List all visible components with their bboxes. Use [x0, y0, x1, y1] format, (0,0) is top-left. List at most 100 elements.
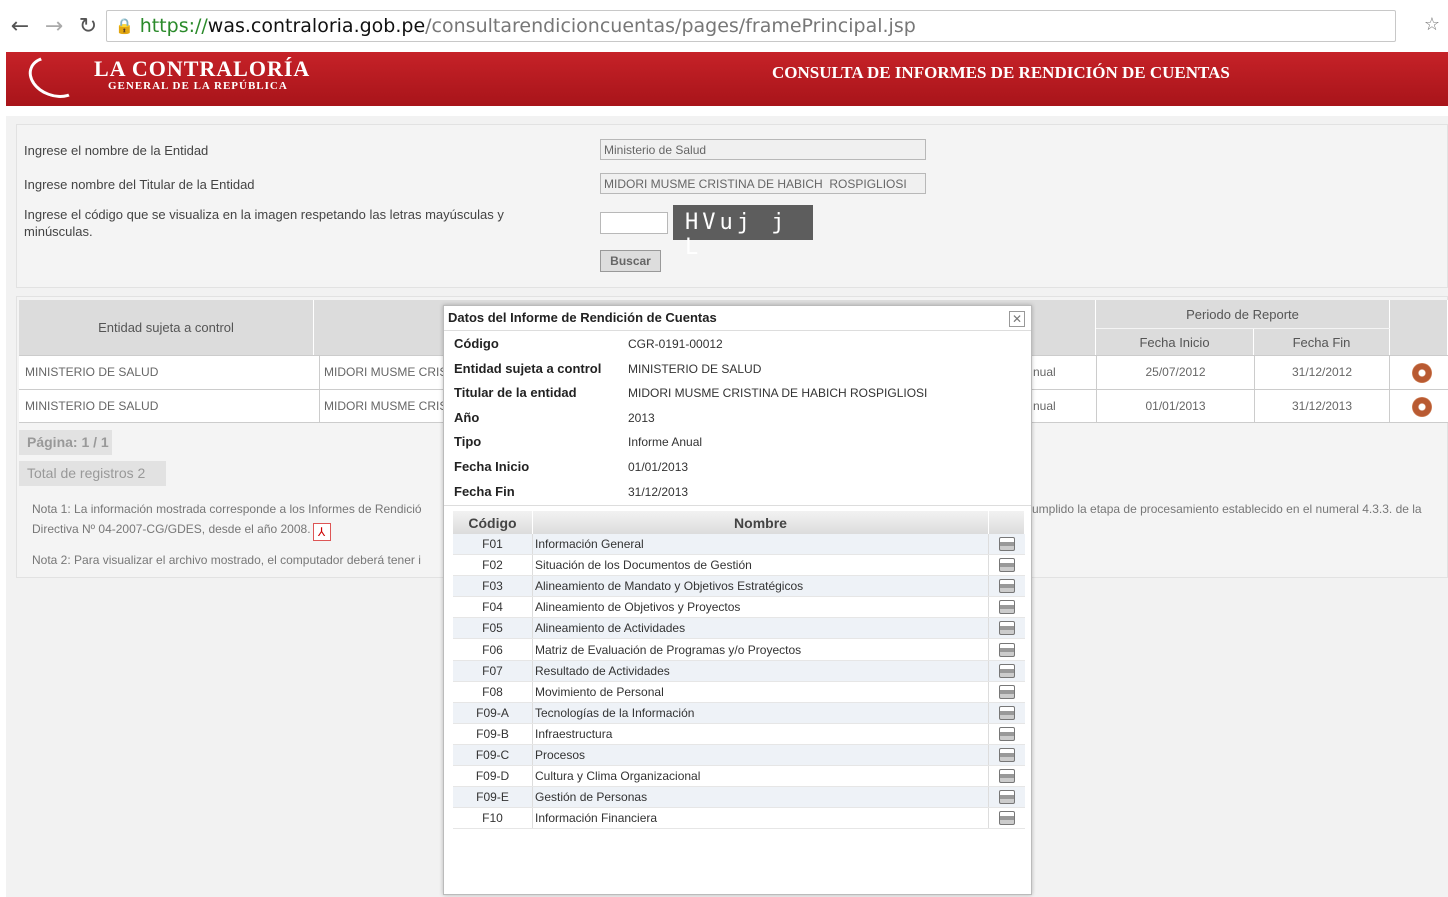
- print-icon[interactable]: [999, 811, 1015, 826]
- formato-row[interactable]: F09-D Cultura y Clima Organizacional: [453, 766, 1025, 788]
- formato-codigo: F09-B: [453, 723, 533, 744]
- entidad-value: MINISTERIO DE SALUD: [628, 362, 762, 376]
- titular-label: Ingrese nombre del Titular de la Entidad: [24, 177, 255, 192]
- col-action-header: [1390, 300, 1448, 355]
- cell-entidad: MINISTERIO DE SALUD: [25, 399, 159, 413]
- formato-row[interactable]: F01 Información General: [453, 534, 1025, 556]
- nota1-text: Nota 1: La información mostrada correspo…: [32, 502, 422, 516]
- formato-codigo: F01: [453, 534, 533, 555]
- formato-row[interactable]: F06 Matriz de Evaluación de Programas y/o…: [453, 639, 1025, 661]
- print-icon-cell[interactable]: [989, 766, 1025, 786]
- cell-titular: MIDORI MUSME CRIST: [319, 390, 455, 423]
- print-icon[interactable]: [999, 537, 1015, 552]
- print-icon-cell[interactable]: [989, 661, 1025, 681]
- entidad-input[interactable]: [600, 139, 926, 160]
- print-icon-cell[interactable]: [989, 787, 1025, 807]
- print-icon[interactable]: [999, 747, 1015, 762]
- formato-nombre: Información General: [533, 534, 989, 555]
- formato-row[interactable]: F03 Alineamiento de Mandato y Objetivos E…: [453, 576, 1025, 598]
- formatos-table: Código Nombre F01 Información General F02 S…: [453, 511, 1025, 830]
- bookmark-star-icon[interactable]: ☆: [1424, 14, 1440, 35]
- back-arrow-icon[interactable]: ←: [6, 14, 34, 39]
- cell-fecha-fin: 31/12/2013: [1254, 390, 1390, 423]
- print-icon[interactable]: [999, 621, 1015, 636]
- print-icon[interactable]: [999, 642, 1015, 657]
- pdf-icon[interactable]: ⅄: [312, 523, 331, 541]
- print-icon-cell[interactable]: [989, 618, 1025, 638]
- formato-row[interactable]: F09-C Procesos: [453, 744, 1025, 767]
- print-icon-cell[interactable]: [989, 808, 1025, 828]
- address-bar[interactable]: 🔒 https://was.contraloria.gob.pe/consult…: [106, 10, 1396, 42]
- formato-nombre: Alineamiento de Actividades: [533, 618, 989, 639]
- anio-label: Año: [454, 410, 480, 425]
- formato-row[interactable]: F04 Alineamiento de Objetivos y Proyectos: [453, 597, 1025, 619]
- close-icon[interactable]: ✕: [1009, 311, 1025, 327]
- formato-nombre: Movimiento de Personal: [533, 681, 989, 702]
- formato-nombre: Alineamiento de Mandato y Objetivos Estr…: [533, 576, 989, 597]
- print-icon[interactable]: [999, 790, 1015, 805]
- formato-row[interactable]: F09-B Infraestructura: [453, 723, 1025, 745]
- formatos-body: F01 Información General F02 Situación de lo…: [453, 534, 1025, 830]
- nota2-text: Nota 2: Para visualizar el archivo mostr…: [32, 553, 421, 567]
- formato-nombre: Cultura y Clima Organizacional: [533, 766, 989, 787]
- buscar-button[interactable]: Buscar: [600, 250, 661, 272]
- total-records-label: Total de registros 2: [19, 461, 166, 486]
- formato-nombre: Procesos: [533, 744, 989, 766]
- print-icon-cell[interactable]: [989, 597, 1025, 617]
- formato-codigo: F09-C: [453, 744, 533, 766]
- print-icon-cell[interactable]: [989, 639, 1025, 659]
- formato-row[interactable]: F07 Resultado de Actividades: [453, 660, 1025, 682]
- print-icon-cell[interactable]: [989, 534, 1025, 554]
- formato-row[interactable]: F05 Alineamiento de Actividades: [453, 618, 1025, 640]
- site-header: LA CONTRALORÍA GENERAL DE LA REPÚBLICA C…: [6, 48, 1448, 106]
- print-icon[interactable]: [999, 600, 1015, 615]
- print-icon-cell[interactable]: [989, 555, 1025, 575]
- nota1-text-right: umplido la etapa de procesamiento establ…: [1032, 502, 1422, 516]
- pagination-label: Página: 1 / 1: [19, 430, 112, 455]
- col-fecha-inicio-header: Fecha Inicio: [1096, 329, 1254, 355]
- formato-nombre: Situación de los Documentos de Gestión: [533, 555, 989, 576]
- entidad-label: Ingrese el nombre de la Entidad: [24, 143, 209, 158]
- col-print-header: [989, 511, 1025, 534]
- titular-input[interactable]: [600, 173, 926, 194]
- print-icon[interactable]: [999, 705, 1015, 720]
- formato-codigo: F09-E: [453, 787, 533, 808]
- fecha-fin-label: Fecha Fin: [454, 484, 515, 499]
- logo-title: LA CONTRALORÍA: [94, 56, 311, 81]
- formato-row[interactable]: F10 Información Financiera: [453, 808, 1025, 830]
- print-icon-cell[interactable]: [989, 724, 1025, 744]
- view-eye-icon[interactable]: [1412, 397, 1432, 417]
- titular-value: MIDORI MUSME CRISTINA DE HABICH ROSPIGLI…: [628, 386, 928, 400]
- col-fecha-fin-header: Fecha Fin: [1254, 329, 1390, 355]
- cell-tipo: nual: [1033, 365, 1056, 379]
- cell-tipo: nual: [1033, 399, 1056, 413]
- print-icon-cell[interactable]: [989, 703, 1025, 723]
- formato-nombre: Infraestructura: [533, 723, 989, 744]
- print-icon[interactable]: [999, 684, 1015, 699]
- print-icon[interactable]: [999, 558, 1015, 573]
- formato-row[interactable]: F09-A Tecnologías de la Información: [453, 702, 1025, 724]
- print-icon-cell[interactable]: [989, 682, 1025, 702]
- print-icon[interactable]: [999, 579, 1015, 594]
- url-host: was.contraloria.gob.pe: [207, 15, 426, 37]
- col-nombre-header: Nombre: [533, 511, 989, 534]
- print-icon[interactable]: [999, 663, 1015, 678]
- section-divider: [444, 505, 1031, 506]
- print-icon-cell[interactable]: [989, 745, 1025, 765]
- formato-nombre: Matriz de Evaluación de Programas y/o Pr…: [533, 639, 989, 660]
- print-icon[interactable]: [999, 726, 1015, 741]
- formato-row[interactable]: F02 Situación de los Documentos de Gestió…: [453, 555, 1025, 577]
- print-icon-cell[interactable]: [989, 576, 1025, 596]
- captcha-input[interactable]: [600, 212, 668, 234]
- forward-arrow-icon[interactable]: →: [40, 14, 68, 39]
- formato-codigo: F10: [453, 808, 533, 829]
- formato-codigo: F03: [453, 576, 533, 597]
- print-icon[interactable]: [999, 769, 1015, 784]
- cell-fecha-inicio: 01/01/2013: [1096, 390, 1254, 423]
- formato-row[interactable]: F09-E Gestión de Personas: [453, 787, 1025, 809]
- dialog-title: Datos del Informe de Rendición de Cuenta…: [448, 310, 717, 325]
- formato-row[interactable]: F08 Movimiento de Personal: [453, 681, 1025, 703]
- view-eye-icon[interactable]: [1412, 363, 1432, 383]
- reload-icon[interactable]: ↻: [74, 14, 102, 39]
- formato-codigo: F08: [453, 681, 533, 702]
